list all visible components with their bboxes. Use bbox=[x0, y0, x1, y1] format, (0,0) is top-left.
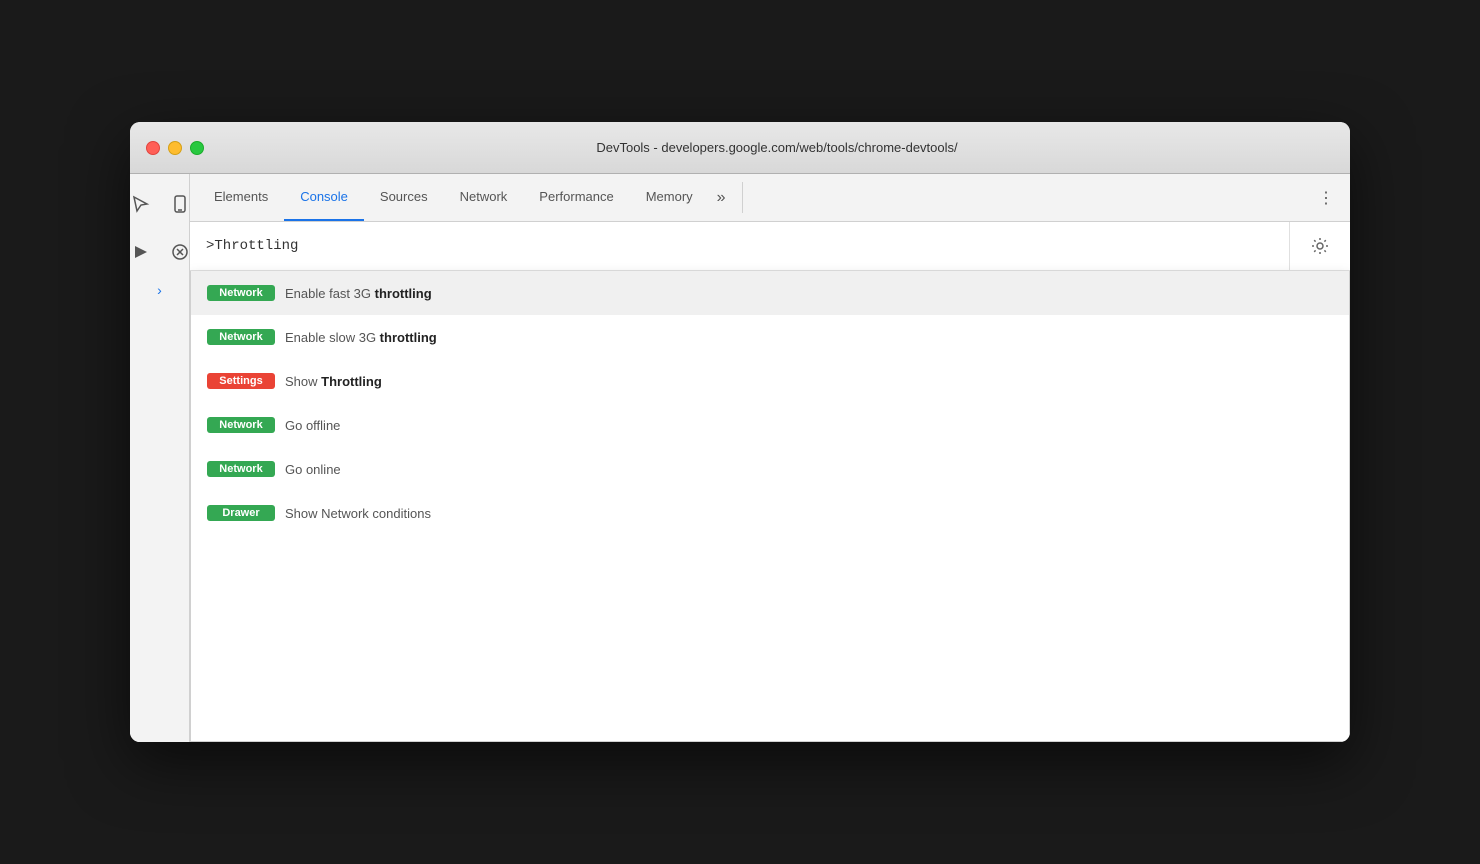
content-area: >Throttling Net bbox=[190, 222, 1350, 742]
tag-network-4: Network bbox=[207, 417, 275, 433]
command-right bbox=[1289, 222, 1350, 270]
cursor-icon[interactable] bbox=[130, 186, 158, 222]
item-text-5: Go online bbox=[285, 462, 341, 477]
autocomplete-item-1[interactable]: Network Enable fast 3G throttling bbox=[191, 271, 1349, 315]
autocomplete-dropdown: Network Enable fast 3G throttling Networ… bbox=[190, 271, 1350, 742]
tabbar: Elements Console Sources Network Perform… bbox=[190, 174, 1350, 222]
devtools-menu-button[interactable]: ⋮ bbox=[1310, 174, 1342, 221]
item-text-3: Show Throttling bbox=[285, 374, 382, 389]
item-text-6: Show Network conditions bbox=[285, 506, 431, 521]
main-panel: Elements Console Sources Network Perform… bbox=[190, 174, 1350, 742]
autocomplete-item-2[interactable]: Network Enable slow 3G throttling bbox=[191, 315, 1349, 359]
tag-network-5: Network bbox=[207, 461, 275, 477]
tag-network-1: Network bbox=[207, 285, 275, 301]
tag-settings-3: Settings bbox=[207, 373, 275, 389]
tag-drawer-6: Drawer bbox=[207, 505, 275, 521]
command-area: >Throttling bbox=[190, 222, 1350, 271]
command-input[interactable]: >Throttling bbox=[206, 238, 298, 254]
devtools-body: › Elements Console Sources Network Perf bbox=[130, 174, 1350, 742]
minimize-button[interactable] bbox=[168, 141, 182, 155]
autocomplete-item-5[interactable]: Network Go online bbox=[191, 447, 1349, 491]
devtools-window: DevTools - developers.google.com/web/too… bbox=[130, 122, 1350, 742]
item-text-2: Enable slow 3G throttling bbox=[285, 330, 437, 345]
tab-console[interactable]: Console bbox=[284, 174, 364, 221]
settings-gear-icon[interactable] bbox=[1302, 228, 1338, 264]
item-text-4: Go offline bbox=[285, 418, 340, 433]
tag-network-2: Network bbox=[207, 329, 275, 345]
tab-separator bbox=[742, 182, 743, 213]
window-title: DevTools - developers.google.com/web/too… bbox=[220, 140, 1334, 155]
close-button[interactable] bbox=[146, 141, 160, 155]
tab-sources[interactable]: Sources bbox=[364, 174, 444, 221]
traffic-lights bbox=[146, 141, 204, 155]
tab-memory[interactable]: Memory bbox=[630, 174, 709, 221]
item-text-1: Enable fast 3G throttling bbox=[285, 286, 432, 301]
autocomplete-item-4[interactable]: Network Go offline bbox=[191, 403, 1349, 447]
tab-elements[interactable]: Elements bbox=[198, 174, 284, 221]
sidebar: › bbox=[130, 174, 190, 742]
command-input-row[interactable]: >Throttling bbox=[190, 222, 1289, 270]
expand-icon[interactable]: › bbox=[149, 278, 170, 302]
titlebar: DevTools - developers.google.com/web/too… bbox=[130, 122, 1350, 174]
more-tabs-button[interactable]: » bbox=[709, 174, 734, 221]
maximize-button[interactable] bbox=[190, 141, 204, 155]
tab-network[interactable]: Network bbox=[444, 174, 524, 221]
autocomplete-item-6[interactable]: Drawer Show Network conditions bbox=[191, 491, 1349, 535]
tab-performance[interactable]: Performance bbox=[523, 174, 629, 221]
autocomplete-item-3[interactable]: Settings Show Throttling bbox=[191, 359, 1349, 403]
play-icon[interactable] bbox=[130, 234, 158, 270]
